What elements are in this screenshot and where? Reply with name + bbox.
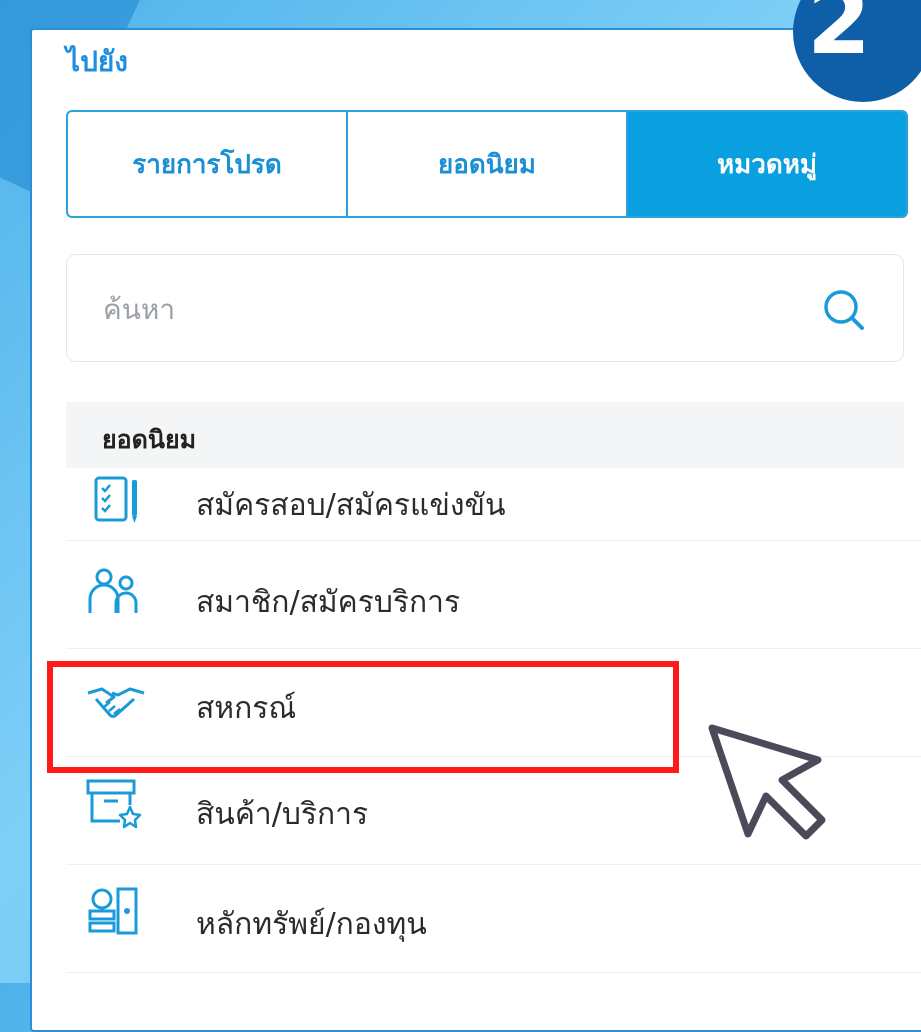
product-box-icon — [86, 779, 142, 829]
search-icon[interactable] — [819, 285, 869, 335]
section-header-label: ยอดนิยม — [102, 425, 197, 454]
tab-categories[interactable]: หมวดหมู่ — [628, 112, 906, 216]
list-item-label: สินค้า/บริการ — [196, 797, 369, 832]
tab-popular[interactable]: ยอดนิยม — [348, 112, 628, 216]
list-item-membership[interactable]: สมาชิก/สมัครบริการ — [66, 541, 921, 649]
tab-bar: รายการโปรด ยอดนิยม หมวดหมู่ — [66, 110, 908, 218]
tab-favorites[interactable]: รายการโปรด — [68, 112, 348, 216]
goto-title: ไปยัง — [66, 45, 128, 78]
form-checklist-icon — [94, 476, 137, 523]
section-header-popular: ยอดนิยม — [66, 402, 904, 468]
list-item-label: สมาชิก/สมัครบริการ — [196, 585, 461, 620]
securities-icon — [88, 887, 138, 935]
highlight-box-cooperative — [47, 661, 679, 773]
list-item-exam-registration[interactable]: สมัครสอบ/สมัครแข่งขัน — [66, 468, 921, 541]
list-item-label: สมัครสอบ/สมัครแข่งขัน — [196, 488, 506, 523]
pointer-cursor-icon — [708, 724, 826, 840]
search-box — [66, 254, 904, 362]
members-icon — [88, 568, 138, 613]
list-item-label: หลักทรัพย์/กองทุน — [196, 907, 427, 942]
list-item-securities-funds[interactable]: หลักทรัพย์/กองทุน — [66, 865, 921, 973]
search-input[interactable] — [101, 285, 805, 333]
